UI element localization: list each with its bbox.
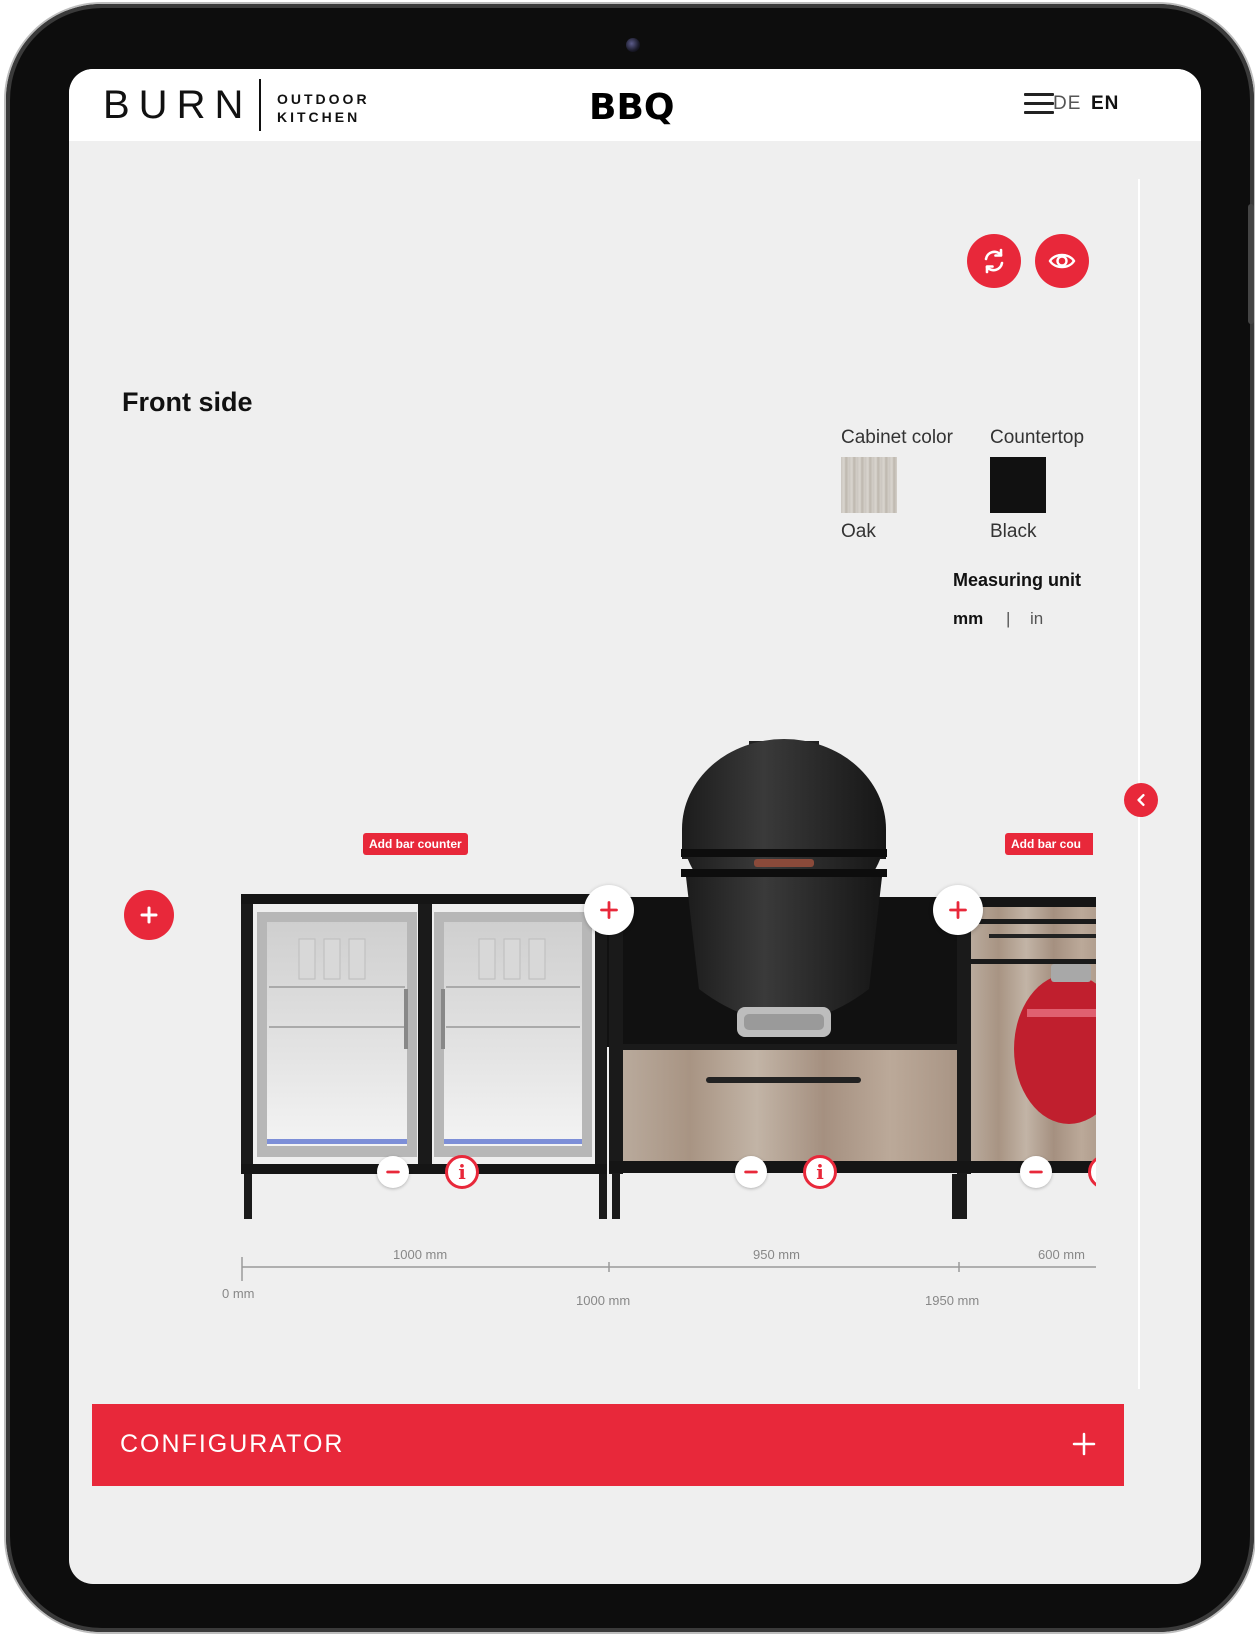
remove-fridge-module-button[interactable] [377, 1156, 409, 1188]
gas-cabinet-info-icon-clip [1088, 1155, 1096, 1189]
minus-icon [1029, 1170, 1043, 1174]
add-module-left-button[interactable] [124, 890, 174, 940]
configurator-bar[interactable]: CONFIGURATOR [92, 1404, 1124, 1486]
plus-icon [600, 901, 618, 919]
ruler-mark-1-label: 1000 mm [576, 1293, 631, 1308]
add-bar-counter-right-button[interactable]: Add bar cou [1005, 833, 1093, 855]
grill-module-info-icon[interactable]: i [803, 1155, 837, 1189]
ruler-mark-2-label: 1950 mm [925, 1293, 980, 1308]
plus-icon [140, 906, 158, 924]
minus-icon [386, 1170, 400, 1174]
minus-icon [744, 1170, 758, 1174]
add-module-between-2-button[interactable] [933, 885, 983, 935]
expand-plus-icon [1072, 1432, 1096, 1456]
module-2-width-label: 950 mm [753, 1247, 800, 1262]
add-module-between-1-button[interactable] [584, 885, 634, 935]
camera-icon [626, 38, 640, 52]
plus-icon [949, 901, 967, 919]
configurator-label: CONFIGURATOR [120, 1430, 345, 1458]
add-bar-counter-left-button[interactable]: Add bar counter [363, 833, 468, 855]
remove-grill-module-button[interactable] [735, 1156, 767, 1188]
fridge-module [241, 894, 607, 1219]
grill-module [607, 739, 971, 1219]
fridge-module-info-icon[interactable]: i [445, 1155, 479, 1189]
ruler-start-label: 0 mm [222, 1286, 255, 1301]
remove-gas-cabinet-button[interactable] [1020, 1156, 1052, 1188]
gas-cabinet-info-icon[interactable] [1088, 1155, 1096, 1189]
dimension-ruler [241, 1257, 1096, 1281]
tablet-side-button [1248, 204, 1254, 324]
app-screen: BURN OUTDOOR KITCHEN BBQ DE EN Front sid… [69, 69, 1201, 1584]
tablet-frame: BURN OUTDOOR KITCHEN BBQ DE EN Front sid… [6, 4, 1254, 1632]
module-3-width-label: 600 mm [1038, 1247, 1085, 1262]
module-1-width-label: 1000 mm [393, 1247, 448, 1262]
